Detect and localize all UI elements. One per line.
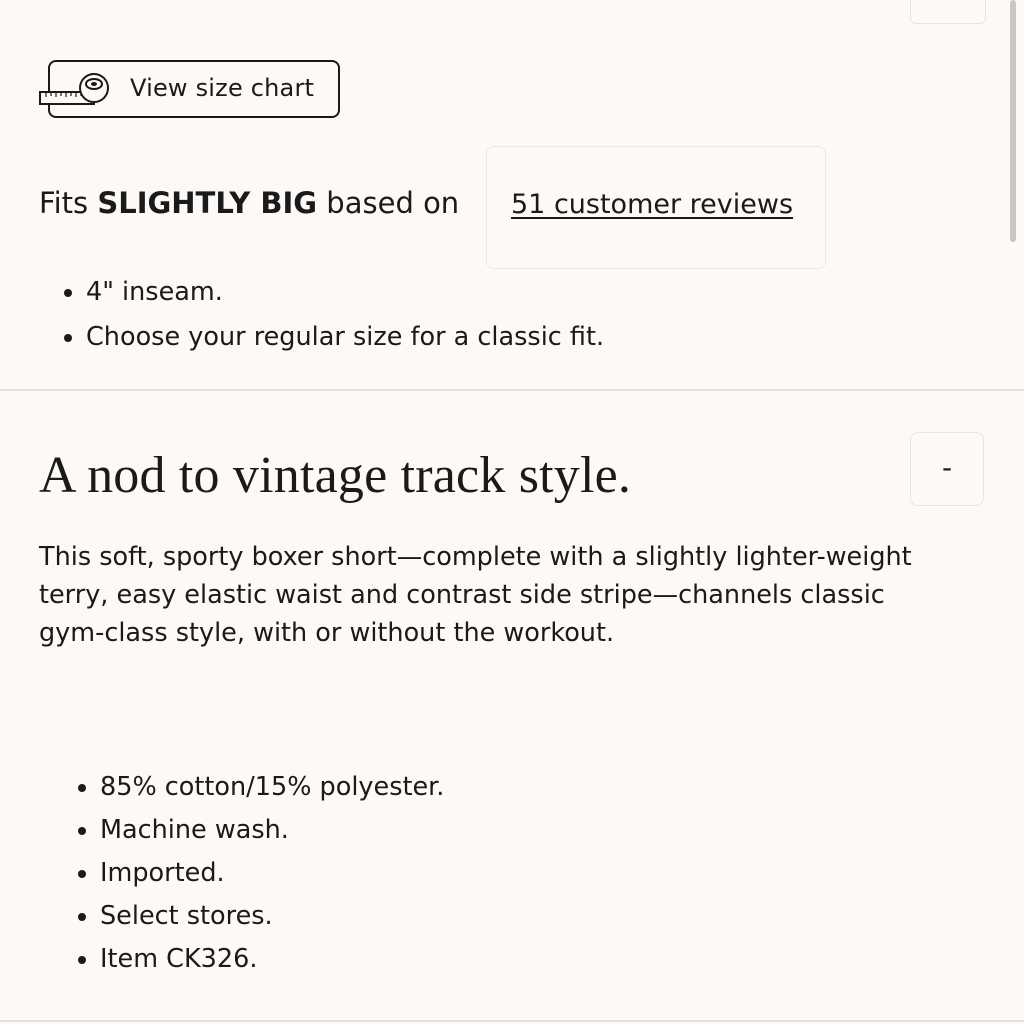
list-item: Imported.: [100, 852, 444, 895]
measuring-tape-icon: [39, 73, 109, 105]
list-item: 4" inseam.: [86, 270, 604, 315]
section-divider: [0, 1020, 1024, 1022]
list-item: Machine wash.: [100, 809, 444, 852]
product-description: This soft, sporty boxer short—complete w…: [39, 542, 912, 648]
product-details-list: 85% cotton/15% polyester. Machine wash. …: [72, 766, 444, 981]
collapse-icon: -: [941, 451, 953, 484]
list-item: 85% cotton/15% polyester.: [100, 766, 444, 809]
fit-notes-list: 4" inseam. Choose your regular size for …: [58, 270, 604, 360]
list-item: Item CK326.: [100, 938, 444, 981]
scrollbar[interactable]: [1010, 0, 1016, 242]
view-size-chart-button[interactable]: View size chart: [39, 60, 340, 118]
list-item: Choose your regular size for a classic f…: [86, 315, 604, 360]
customer-reviews-link[interactable]: 51 customer reviews: [511, 189, 793, 220]
fit-rating: SLIGHTLY BIG: [97, 186, 318, 220]
fit-summary: Fits SLIGHTLY BIG based on: [39, 186, 459, 220]
accordion-toggle-button-top[interactable]: [910, 0, 986, 24]
fit-suffix: based on: [317, 186, 460, 220]
section-divider: [0, 389, 1024, 391]
list-item: Select stores.: [100, 895, 444, 938]
product-heading: A nod to vintage track style.: [39, 447, 632, 504]
collapse-section-button[interactable]: -: [910, 432, 984, 506]
customer-reviews-box[interactable]: 51 customer reviews: [486, 146, 826, 269]
fit-prefix: Fits: [39, 186, 98, 220]
size-chart-label: View size chart: [130, 74, 315, 102]
